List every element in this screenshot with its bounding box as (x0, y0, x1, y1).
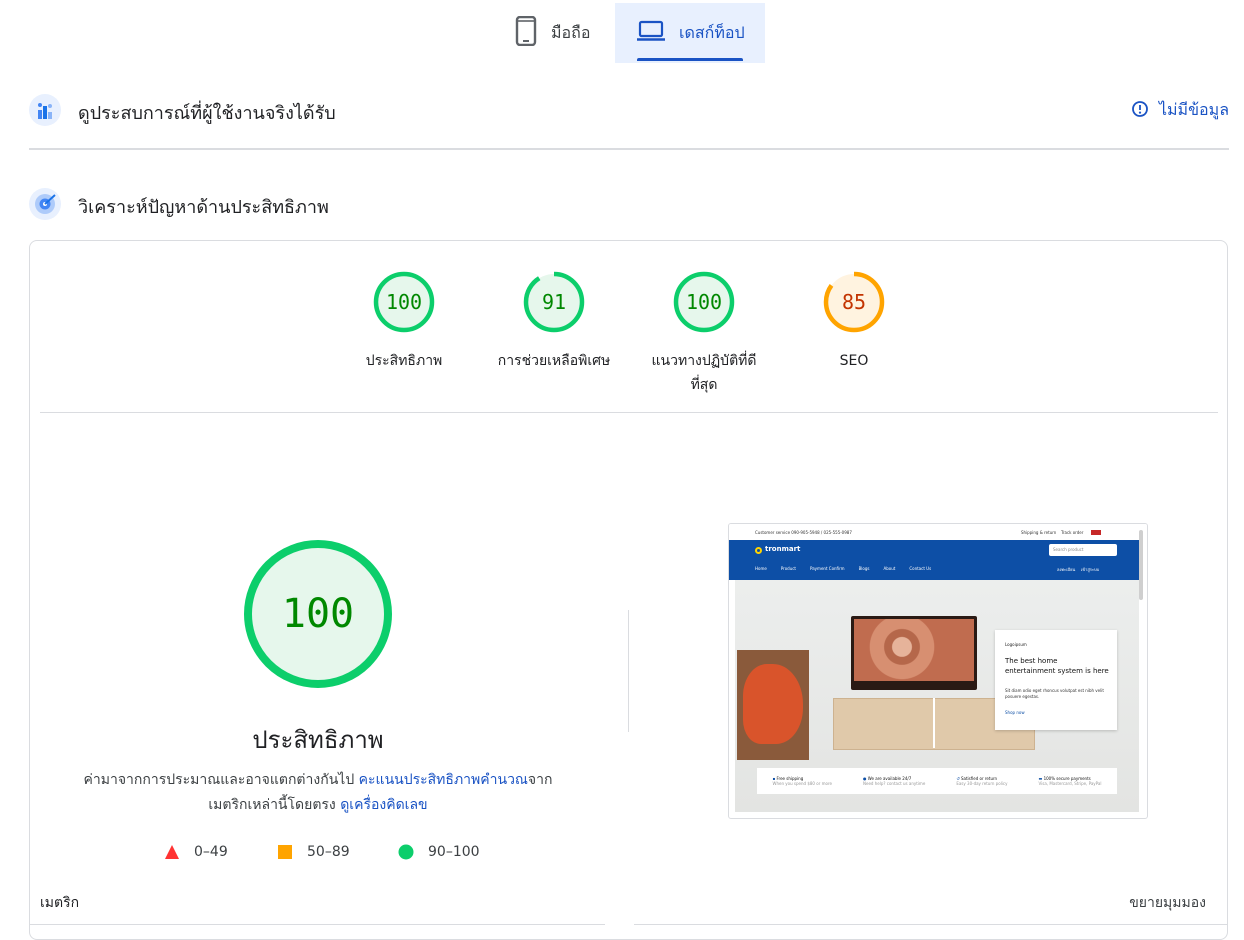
score-gauge: 100 (673, 271, 735, 333)
no-data-label: ไม่มีข้อมูล (1158, 100, 1229, 119)
no-data-link[interactable]: ไม่มีข้อมูล (1131, 98, 1229, 123)
desc-text-3: เมตริกเหล่านี้โดยตรง (208, 797, 341, 813)
performance-calculated-link[interactable]: คะแนนประสิทธิภาพคำนวณ (359, 772, 528, 788)
score-gauge: 100 (373, 271, 435, 333)
site-topbar-track: Track order (1061, 530, 1084, 535)
score-label-line2: ที่สุด (690, 377, 718, 393)
main-score-gauge: 100 (244, 540, 392, 688)
section-divider (29, 148, 1229, 150)
legend-average-range: 50–89 (307, 844, 350, 860)
legend-average: 50–89 (277, 844, 350, 860)
score-value: 85 (842, 290, 866, 314)
site-login: เข้าสู่ระบบ (1081, 567, 1100, 572)
score-gauge: 91 (523, 271, 585, 333)
main-score-value: 100 (282, 591, 354, 637)
smartphone-icon (515, 15, 537, 50)
feature-sub: When you spend $80 or more (772, 781, 832, 786)
hero-art-shape (743, 664, 803, 744)
field-data-icon (29, 94, 61, 130)
promo-brand: Logoipsum (1005, 642, 1027, 647)
score-value: 91 (542, 290, 566, 314)
info-icon (1131, 100, 1149, 122)
tab-mobile[interactable]: มือถือ (495, 3, 615, 63)
site-logo: tronmart (765, 545, 801, 553)
score-label: การช่วยเหลือพิเศษ (497, 353, 611, 369)
promo-title: The best home entertainment system is he… (1005, 657, 1109, 675)
diagnose-header: วิเคราะห์ปัญหาด้านประสิทธิภาพ (29, 188, 629, 222)
legend-pass: 90–100 (398, 844, 480, 860)
footer-underline-left (29, 924, 605, 925)
metrics-heading: เมตริก (40, 895, 80, 911)
site-topbar-shipping: Shipping & return (1021, 530, 1057, 535)
score-label: แนวทางปฏิบัติที่ดี ที่สุด (634, 348, 774, 398)
promo-body: Sit diam odio eget rhoncus volutpat est … (1005, 688, 1104, 699)
site-hero: Logoipsum The best home entertainment sy… (735, 580, 1139, 812)
score-seo[interactable]: 85 SEO (784, 270, 924, 374)
calculator-link[interactable]: ดูเครื่องคิดเลข (340, 797, 427, 813)
site-search: Search product (1049, 544, 1117, 556)
site-logo-icon (755, 547, 762, 554)
site-nav: Home Product Payment Confirm Blogs About… (755, 566, 931, 571)
field-data-header: ดูประสบการณ์ที่ผู้ใช้งานจริงได้รับ ไม่มี… (29, 94, 1229, 128)
site-nav-item: Contact Us (909, 566, 932, 571)
site-register: ลงทะเบียน (1057, 567, 1076, 572)
legend-fail-range: 0–49 (194, 844, 228, 860)
page-screenshot: Customer service 090-905-5948 / 025-555-… (728, 523, 1148, 819)
diagnose-title: วิเคราะห์ปัญหาด้านประสิทธิภาพ (78, 197, 329, 218)
score-best-practices[interactable]: 100 แนวทางปฏิบัติที่ดี ที่สุด (634, 270, 774, 398)
hero-cabinet-divider (933, 698, 935, 748)
laptop-icon (637, 20, 665, 46)
tab-mobile-label: มือถือ (551, 22, 591, 42)
hero-tv-screen (854, 619, 974, 681)
site-search-placeholder: Search product (1053, 547, 1084, 552)
site-header: tronmart Search product Home Product Pay… (729, 540, 1139, 580)
tab-desktop-label: เดสก์ท็อป (679, 22, 745, 42)
feature-item: ● We are available 24/7 Need help? contac… (863, 776, 925, 786)
legend-fail: 0–49 (164, 844, 228, 860)
vertical-divider (628, 610, 629, 732)
field-data-title: ดูประสบการณ์ที่ผู้ใช้งานจริงได้รับ (78, 103, 336, 124)
hero-tv (851, 616, 977, 690)
main-score-description: ค่ามาจากการประมาณและอาจแตกต่างกันไป คะแน… (70, 768, 566, 818)
feature-item: ▪ Free shipping When you spend $80 or mor… (773, 776, 832, 786)
site-scrollbar (1139, 530, 1143, 600)
site-nav-item: Home (755, 566, 767, 571)
site-nav-item: Payment Confirm (810, 566, 845, 571)
score-performance[interactable]: 100 ประสิทธิภาพ (334, 270, 474, 374)
feature-bar: ▪ Free shipping When you spend $80 or mor… (757, 768, 1117, 794)
pass-circle-icon (398, 844, 414, 860)
score-value: 100 (686, 290, 722, 314)
average-square-icon (278, 845, 292, 859)
score-label: SEO (839, 353, 869, 369)
feature-sub: Easy 30-day return policy (956, 781, 1008, 786)
site-topbar-text: Customer service 090-905-5948 / 025-555-… (755, 530, 852, 535)
promo-card: Logoipsum The best home entertainment sy… (995, 630, 1117, 730)
score-value: 100 (386, 290, 422, 314)
site-nav-item: About (883, 566, 896, 571)
diagnose-icon (29, 188, 61, 224)
site-nav-item: Blogs (858, 566, 870, 571)
site-topbar: Customer service 090-905-5948 / 025-555-… (729, 524, 1147, 540)
feature-sub: Need help? contact us anytime (863, 781, 926, 786)
feature-item: ↺ Satisfied or return Easy 30-day return … (956, 776, 1007, 786)
main-score-title: ประสิทธิภาพ (252, 726, 384, 754)
feature-sub: Visa, Mastercard, Stripe, PayPal (1038, 781, 1102, 786)
desc-text-2: จาก (527, 772, 553, 788)
score-label: ประสิทธิภาพ (365, 353, 443, 369)
flag-icon (1091, 530, 1101, 535)
site-nav-item: Product (780, 566, 796, 571)
score-gauge: 85 (823, 271, 885, 333)
feature-item: ▬ 100% secure payments Visa, Mastercard, … (1039, 776, 1102, 786)
score-label-line1: แนวทางปฏิบัติที่ดี (651, 353, 757, 369)
score-accessibility[interactable]: 91 การช่วยเหลือพิเศษ (484, 270, 624, 374)
expand-view-toggle[interactable]: ขยายมุมมอง (1129, 892, 1206, 914)
legend-pass-range: 90–100 (428, 844, 480, 860)
card-divider (40, 412, 1218, 413)
tab-desktop[interactable]: เดสก์ท็อป (615, 3, 765, 63)
footer-underline-right (634, 924, 1228, 925)
promo-cta: Shop now (1005, 710, 1025, 715)
desc-text-1: ค่ามาจากการประมาณและอาจแตกต่างกันไป (83, 772, 359, 788)
fail-triangle-icon (165, 845, 179, 859)
